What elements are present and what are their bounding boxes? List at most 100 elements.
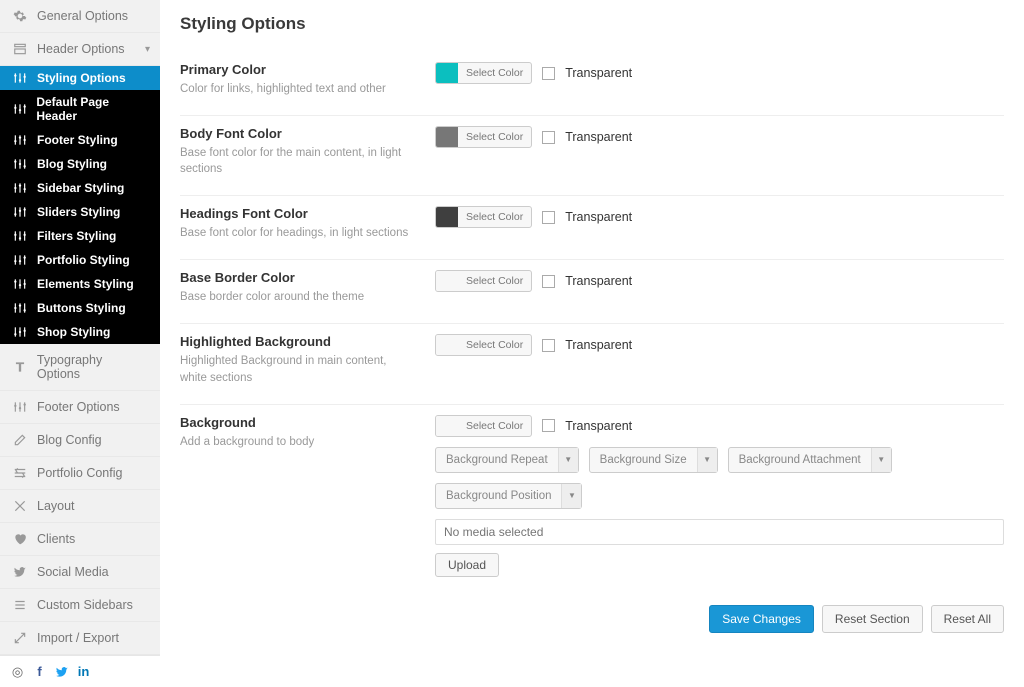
sidebar-sub-portfolio-styling[interactable]: Portfolio Styling	[0, 248, 160, 272]
label: Portfolio Styling	[37, 253, 130, 267]
list-icon	[12, 598, 28, 612]
sliders-icon	[12, 133, 28, 147]
option-label: Base Border Color	[180, 270, 415, 285]
transparent-checkbox[interactable]	[542, 131, 555, 144]
transparent-label: Transparent	[565, 274, 632, 288]
chevron-down-icon: ▼	[561, 484, 581, 508]
sidebar-sub-shop-styling[interactable]: Shop Styling	[0, 320, 160, 344]
sidebar-item-import-export[interactable]: Import / Export	[0, 622, 160, 655]
dropdown-background-attachment[interactable]: Background Attachment▼	[728, 447, 892, 473]
label: Buttons Styling	[37, 301, 126, 315]
dropdown-background-size[interactable]: Background Size▼	[589, 447, 718, 473]
transparent-checkbox[interactable]	[542, 275, 555, 288]
sidebar-sub-filters-styling[interactable]: Filters Styling	[0, 224, 160, 248]
select-color-label: Select Color	[458, 420, 531, 432]
dropdown-background-repeat[interactable]: Background Repeat▼	[435, 447, 579, 473]
sidebar-item-blog-config[interactable]: Blog Config	[0, 424, 160, 457]
option-label: Headings Font Color	[180, 206, 415, 221]
reset-section-button[interactable]: Reset Section	[822, 605, 923, 633]
option-background: Background Add a background to body Sele…	[180, 405, 1004, 595]
sidebar-sub-blog-styling[interactable]: Blog Styling	[0, 152, 160, 176]
transparent-checkbox[interactable]	[542, 67, 555, 80]
text-icon	[12, 360, 28, 374]
sidebar-item-social-media[interactable]: Social Media	[0, 556, 160, 589]
sidebar-sub-default-page-header[interactable]: Default Page Header	[0, 90, 160, 128]
label: Sliders Styling	[37, 205, 120, 219]
option-highlighted-background: Highlighted Background Highlighted Backg…	[180, 324, 1004, 404]
option-body-font-color: Body Font Color Base font color for the …	[180, 116, 1004, 196]
reset-all-button[interactable]: Reset All	[931, 605, 1004, 633]
chevron-down-icon: ▾	[145, 44, 150, 55]
label: Default Page Header	[36, 95, 148, 123]
social-bar: ◎ f in	[0, 655, 160, 687]
sidebar-item-custom-sidebars[interactable]: Custom Sidebars	[0, 589, 160, 622]
select-color-button[interactable]: Select Color	[435, 206, 532, 228]
sliders-icon	[12, 157, 28, 171]
sidebar-sub-styling-options[interactable]: Styling Options	[0, 66, 160, 90]
target-icon[interactable]: ◎	[10, 664, 25, 679]
select-color-button[interactable]: Select Color	[435, 334, 532, 356]
layout-icon	[12, 42, 28, 56]
sidebar-item-general-options[interactable]: General Options	[0, 0, 160, 33]
label: Import / Export	[37, 631, 119, 645]
label: Blog Styling	[37, 157, 107, 171]
select-color-button[interactable]: Select Color	[435, 270, 532, 292]
transparent-label: Transparent	[565, 130, 632, 144]
transparent-checkbox[interactable]	[542, 419, 555, 432]
option-description: Base border color around the theme	[180, 289, 415, 305]
option-description: Add a background to body	[180, 434, 415, 450]
select-color-label: Select Color	[458, 275, 531, 287]
sidebar-item-layout[interactable]: Layout	[0, 490, 160, 523]
color-swatch	[436, 271, 458, 291]
label: Layout	[37, 499, 75, 513]
option-label: Highlighted Background	[180, 334, 415, 349]
sliders-icon	[12, 102, 27, 116]
facebook-icon[interactable]: f	[32, 664, 47, 679]
sidebar-item-header-options[interactable]: Header Options ▾	[0, 33, 160, 66]
select-color-button[interactable]: Select Color	[435, 62, 532, 84]
select-color-button[interactable]: Select Color	[435, 126, 532, 148]
linkedin-icon[interactable]: in	[76, 664, 91, 679]
media-input[interactable]	[435, 519, 1004, 545]
option-description: Base font color for the main content, in…	[180, 145, 415, 177]
select-color-button[interactable]: Select Color	[435, 415, 532, 437]
option-description: Color for links, highlighted text and ot…	[180, 81, 415, 97]
sliders-icon	[12, 301, 28, 315]
color-swatch	[436, 207, 458, 227]
sidebar-sub-sliders-styling[interactable]: Sliders Styling	[0, 200, 160, 224]
save-changes-button[interactable]: Save Changes	[709, 605, 814, 633]
transparent-checkbox[interactable]	[542, 339, 555, 352]
sidebar-item-typography[interactable]: Typography Options	[0, 344, 160, 391]
dropdown-background-position[interactable]: Background Position▼	[435, 483, 582, 509]
color-swatch	[436, 63, 458, 83]
sliders-icon	[12, 253, 28, 267]
sidebar-sub-footer-styling[interactable]: Footer Styling	[0, 128, 160, 152]
sidebar-item-clients[interactable]: Clients	[0, 523, 160, 556]
sidebar-item-portfolio-config[interactable]: Portfolio Config	[0, 457, 160, 490]
label: Clients	[37, 532, 75, 546]
sidebar-bottom: Typography Options Footer Options Blog C…	[0, 344, 160, 655]
upload-button[interactable]: Upload	[435, 553, 499, 577]
option-label: Body Font Color	[180, 126, 415, 141]
page-title: Styling Options	[180, 14, 1004, 34]
option-base-border-color: Base Border Color Base border color arou…	[180, 260, 1004, 324]
sidebar-sub-buttons-styling[interactable]: Buttons Styling	[0, 296, 160, 320]
sidebar-item-footer-options[interactable]: Footer Options	[0, 391, 160, 424]
grid-icon	[12, 466, 28, 480]
sidebar-sub-elements-styling[interactable]: Elements Styling	[0, 272, 160, 296]
dropdown-label: Background Repeat	[436, 454, 558, 466]
sidebar-sub-sidebar-styling[interactable]: Sidebar Styling	[0, 176, 160, 200]
label: Sidebar Styling	[37, 181, 124, 195]
twitter-icon[interactable]	[54, 664, 69, 679]
label: General Options	[37, 9, 128, 23]
dropdown-label: Background Attachment	[729, 454, 871, 466]
label: Header Options	[37, 42, 125, 56]
sliders-icon	[12, 400, 28, 414]
transparent-checkbox[interactable]	[542, 211, 555, 224]
transparent-label: Transparent	[565, 419, 632, 433]
select-color-label: Select Color	[458, 67, 531, 79]
sidebar: General Options Header Options ▾ Styling…	[0, 0, 160, 647]
main-content: Styling Options Primary Color Color for …	[160, 0, 1024, 647]
cross-arrows-icon	[12, 499, 28, 513]
sidebar-submenu: Styling Options Default Page Header Foot…	[0, 66, 160, 344]
